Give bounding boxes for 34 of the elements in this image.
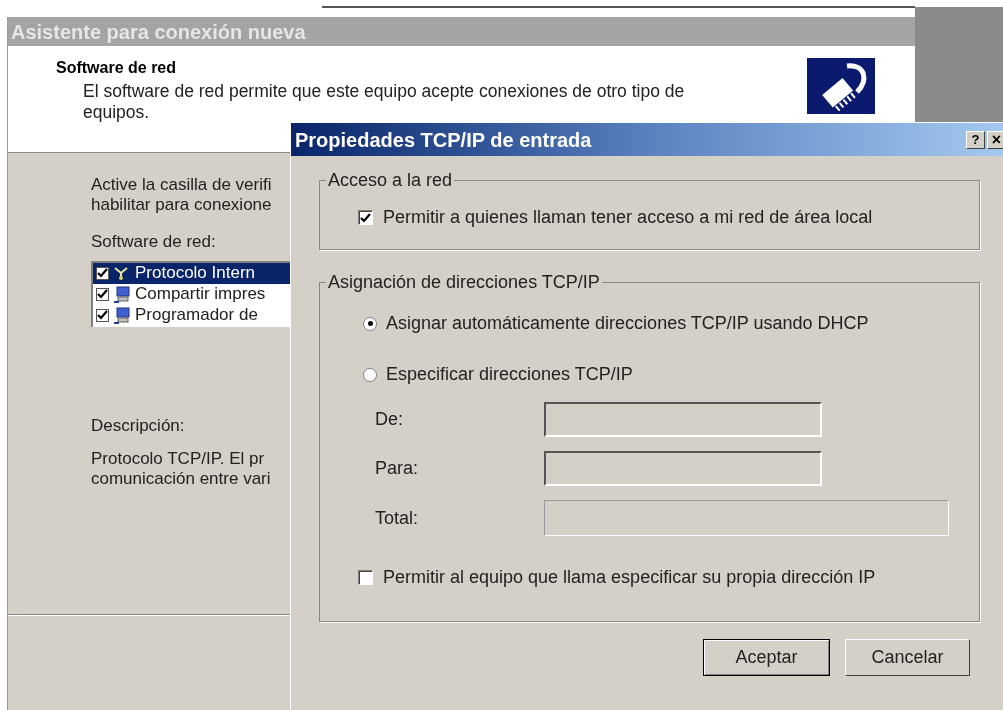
checkbox-label: Permitir a quienes llaman tener acceso a mi red de área local xyxy=(383,206,873,229)
checkbox[interactable] xyxy=(358,570,373,585)
computer-icon xyxy=(113,306,131,324)
radio-button[interactable] xyxy=(363,367,377,382)
header-title: Software de red xyxy=(56,58,177,78)
network-cable-icon xyxy=(807,58,875,114)
checkbox[interactable] xyxy=(96,308,109,322)
header-text: El software de red permite que este equipo acepte conexiones de otro tipo de equipos. xyxy=(83,81,686,123)
list-item[interactable]: Compartir impres xyxy=(93,283,301,305)
dialog-button[interactable]: Aceptar xyxy=(703,639,830,676)
dialog-button[interactable]: Cancelar xyxy=(845,639,970,676)
dialog-title: Propiedades TCP/IP de entrada xyxy=(295,127,592,153)
computer-icon xyxy=(113,285,131,303)
list-label: Software de red: xyxy=(91,231,216,253)
checkbox[interactable] xyxy=(96,266,109,280)
field-label: Total: xyxy=(375,506,420,530)
close-button[interactable]: × xyxy=(987,130,1003,149)
radio-label: Asignar automáticamente direcciones TCP/IP usando DHCP xyxy=(386,312,869,335)
checkbox[interactable] xyxy=(96,287,109,301)
description-text: Protocolo TCP/IP. El pr xyxy=(91,449,265,469)
description-text: comunicación entre vari xyxy=(91,469,271,489)
help-button[interactable]: ? xyxy=(966,130,985,149)
window-title: Asistente para conexión nueva xyxy=(11,19,306,45)
description-label: Descripción: xyxy=(91,414,185,437)
field-label: De: xyxy=(375,408,404,431)
field-label: Para: xyxy=(375,457,420,480)
radio-label: Especificar direcciones TCP/IP xyxy=(386,363,633,386)
checkbox[interactable] xyxy=(358,210,373,225)
instruction-text: Active la casilla de verifi xyxy=(91,175,272,195)
group-title: Asignación de direcciones TCP/IP xyxy=(326,272,602,292)
checkbox-label: Permitir al equipo que llama especificar su propia dirección IP xyxy=(383,566,876,589)
list-item[interactable]: Programador de xyxy=(93,304,301,326)
radio-button[interactable] xyxy=(363,316,377,331)
instruction-text: habilitar para conexione xyxy=(91,195,272,215)
